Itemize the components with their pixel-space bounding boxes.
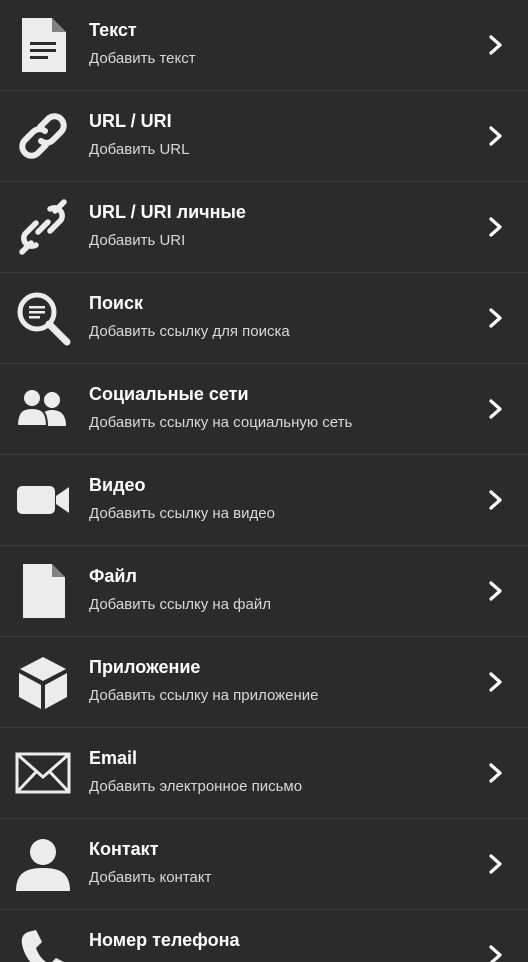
search-icon	[14, 289, 72, 347]
item-title: Файл	[89, 566, 137, 586]
item-subtitle: Добавить ссылку на файл	[89, 596, 271, 613]
item-title: Видео	[89, 475, 146, 495]
list-item-social[interactable]: Социальные сети Добавить ссылку на социа…	[0, 364, 528, 455]
list-item-url[interactable]: URL / URI Добавить URL	[0, 91, 528, 182]
person-icon	[14, 835, 72, 893]
link-icon	[14, 107, 72, 165]
chevron-right-icon	[486, 580, 506, 602]
envelope-icon	[14, 744, 72, 802]
item-subtitle: Добавить ссылку на приложение	[89, 687, 319, 704]
item-title: Приложение	[89, 657, 201, 677]
item-title: Контакт	[89, 839, 159, 859]
item-title: Социальные сети	[89, 384, 249, 404]
list-item-contact[interactable]: Контакт Добавить контакт	[0, 819, 528, 910]
file-icon	[14, 562, 72, 620]
list-item-file[interactable]: Файл Добавить ссылку на файл	[0, 546, 528, 637]
chevron-right-icon	[486, 762, 506, 784]
chevron-right-icon	[486, 398, 506, 420]
item-title: URL / URI	[89, 111, 172, 131]
link-diagonal-icon	[14, 198, 72, 256]
chevron-right-icon	[486, 944, 506, 962]
video-camera-icon	[14, 471, 72, 529]
list-item-email[interactable]: Email Добавить электронное письмо	[0, 728, 528, 819]
item-title: Email	[89, 748, 138, 768]
item-subtitle: Добавить ссылку на социальную сеть	[89, 414, 353, 431]
item-subtitle: Добавить ссылку на видео	[89, 505, 275, 522]
item-title: Текст	[89, 20, 137, 40]
item-subtitle: Добавить ссылку для поиска	[89, 323, 290, 340]
item-title: Номер телефона	[89, 930, 240, 950]
item-subtitle: Добавить контакт	[89, 869, 212, 886]
item-subtitle: Добавить URI	[89, 232, 186, 249]
list-item-phone[interactable]: Номер телефона	[0, 910, 528, 962]
people-icon	[14, 380, 72, 438]
item-title: Поиск	[89, 293, 144, 313]
item-title: URL / URI личные	[89, 202, 246, 222]
item-subtitle: Добавить URL	[89, 141, 190, 158]
chevron-right-icon	[486, 125, 506, 147]
add-item-list: Текст Добавить текст URL / URI Добавить …	[0, 0, 528, 962]
chevron-right-icon	[486, 34, 506, 56]
list-item-url-custom[interactable]: URL / URI личные Добавить URI	[0, 182, 528, 273]
list-item-video[interactable]: Видео Добавить ссылку на видео	[0, 455, 528, 546]
chevron-right-icon	[486, 853, 506, 875]
box-icon	[14, 653, 72, 711]
chevron-right-icon	[486, 489, 506, 511]
list-item-app[interactable]: Приложение Добавить ссылку на приложение	[0, 637, 528, 728]
chevron-right-icon	[486, 307, 506, 329]
phone-icon	[14, 926, 72, 962]
list-item-text[interactable]: Текст Добавить текст	[0, 0, 528, 91]
item-subtitle: Добавить текст	[89, 50, 196, 67]
item-subtitle: Добавить электронное письмо	[89, 778, 303, 795]
list-item-search[interactable]: Поиск Добавить ссылку для поиска	[0, 273, 528, 364]
chevron-right-icon	[486, 671, 506, 693]
chevron-right-icon	[486, 216, 506, 238]
document-text-icon	[14, 16, 72, 74]
